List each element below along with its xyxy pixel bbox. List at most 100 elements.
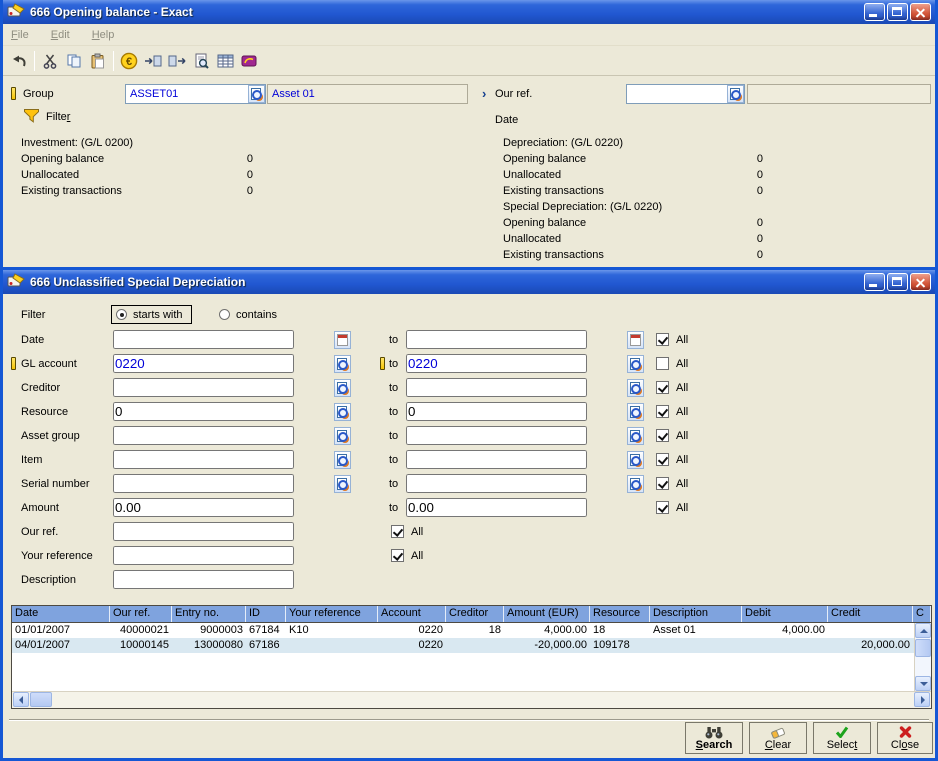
amount-to-input[interactable] [406,498,587,517]
col-header-entry-no[interactable]: Entry no. [172,606,246,622]
col-header-account[interactable]: Account [378,606,446,622]
grid-icon[interactable] [213,49,237,73]
close-button-bottom[interactable]: Close [877,722,933,754]
lookup-icon[interactable] [334,427,351,445]
horizontal-scrollbar[interactable] [12,691,931,708]
resource-all-checkbox[interactable] [656,405,669,418]
maximize-button[interactable] [887,3,908,21]
col-header-our-ref[interactable]: Our ref. [110,606,172,622]
print-preview-icon[interactable] [189,49,213,73]
resource-to-input[interactable] [406,402,587,421]
cards-icon[interactable] [237,49,261,73]
group-code-input[interactable] [125,84,266,104]
minimize-button[interactable] [864,273,885,291]
lookup-icon[interactable] [334,403,351,421]
euro-icon[interactable]: € [117,49,141,73]
col-header-resource[interactable]: Resource [590,606,650,622]
undo-icon[interactable] [7,49,31,73]
our-ref-input[interactable] [113,522,294,541]
horizontal-scroll-thumb[interactable] [30,692,52,707]
lookup-icon[interactable] [627,475,644,493]
amount-all-checkbox[interactable] [656,501,669,514]
creditor-to-input[interactable] [406,378,587,397]
col-header-id[interactable]: ID [246,606,286,622]
date-to-input[interactable] [406,330,587,349]
transfer-out-icon[interactable] [165,49,189,73]
paste-icon[interactable] [86,49,110,73]
date-all-checkbox[interactable] [656,333,669,346]
col-header-amount[interactable]: Amount (EUR) [504,606,590,622]
gl-account-from-input[interactable] [113,354,294,373]
calendar-icon[interactable] [627,331,644,349]
asset-group-all-checkbox[interactable] [656,429,669,442]
close-button[interactable] [910,3,931,21]
radio-starts-with[interactable]: starts with [111,305,192,324]
creditor-from-input[interactable] [113,378,294,397]
close-button[interactable] [910,273,931,291]
lookup-icon[interactable] [334,451,351,469]
gl-account-all-checkbox[interactable] [656,357,669,370]
asset-group-from-input[interactable] [113,426,294,445]
col-header-credit[interactable]: Credit [828,606,913,622]
col-header-debit[interactable]: Debit [742,606,828,622]
menu-help[interactable]: Help [92,29,115,41]
vertical-scrollbar[interactable] [914,623,931,691]
grid-row-2[interactable]: 04/01/2007 10000145 13000080 67186 0220 … [12,638,931,653]
opening-balance-form: Group Asset 01 › Our ref. Date Filter In… [3,76,935,268]
menu-edit[interactable]: Edit [51,29,70,41]
serial-number-all-checkbox[interactable] [656,477,669,490]
date-from-input[interactable] [113,330,294,349]
item-from-input[interactable] [113,450,294,469]
col-header-clipped[interactable]: C [913,606,931,622]
minimize-button[interactable] [864,3,885,21]
transfer-in-icon[interactable] [141,49,165,73]
vertical-scroll-thumb[interactable] [915,639,931,657]
col-header-your-reference[interactable]: Your reference [286,606,378,622]
clear-button[interactable]: Clear [749,722,807,754]
titlebar-opening-balance[interactable]: 666 Opening balance - Exact [3,0,935,24]
search-button[interactable]: Search [685,722,743,754]
asset-group-to-input[interactable] [406,426,587,445]
gl-account-to-input[interactable] [406,354,587,373]
our-ref-browse-icon[interactable] [727,85,744,103]
maximize-button[interactable] [887,273,908,291]
radio-contains[interactable]: contains [215,305,285,324]
scroll-down-icon[interactable] [915,676,931,691]
col-header-description[interactable]: Description [650,606,742,622]
scroll-left-icon[interactable] [13,692,29,707]
group-browse-icon[interactable] [248,85,265,103]
lookup-icon[interactable] [627,451,644,469]
select-button[interactable]: Select [813,722,871,754]
lookup-icon[interactable] [627,379,644,397]
copy-icon[interactable] [62,49,86,73]
your-reference-input[interactable] [113,546,294,565]
exact-app-icon [7,273,25,291]
filter-link[interactable]: Filter [23,108,70,126]
scroll-up-icon[interactable] [915,623,931,638]
item-to-input[interactable] [406,450,587,469]
item-all-checkbox[interactable] [656,453,669,466]
lookup-icon[interactable] [334,355,351,373]
lookup-icon[interactable] [334,379,351,397]
resource-from-input[interactable] [113,402,294,421]
description-input[interactable] [113,570,294,589]
creditor-all-checkbox[interactable] [656,381,669,394]
menu-file[interactable]: File [11,29,29,41]
lookup-icon[interactable] [627,403,644,421]
lookup-icon[interactable] [627,427,644,445]
serial-number-label: Serial number [21,478,89,490]
col-header-creditor[interactable]: Creditor [446,606,504,622]
titlebar-filter-dialog[interactable]: 666 Unclassified Special Depreciation [3,270,935,294]
our-ref-all-checkbox[interactable] [391,525,404,538]
lookup-icon[interactable] [627,355,644,373]
serial-number-to-input[interactable] [406,474,587,493]
your-reference-all-checkbox[interactable] [391,549,404,562]
grid-row-1[interactable]: 01/01/2007 40000021 9000003 67184 K10 02… [12,623,931,638]
col-header-date[interactable]: Date [12,606,110,622]
cut-icon[interactable] [38,49,62,73]
scroll-right-icon[interactable] [914,692,930,707]
calendar-icon[interactable] [334,331,351,349]
serial-number-from-input[interactable] [113,474,294,493]
amount-from-input[interactable] [113,498,294,517]
lookup-icon[interactable] [334,475,351,493]
